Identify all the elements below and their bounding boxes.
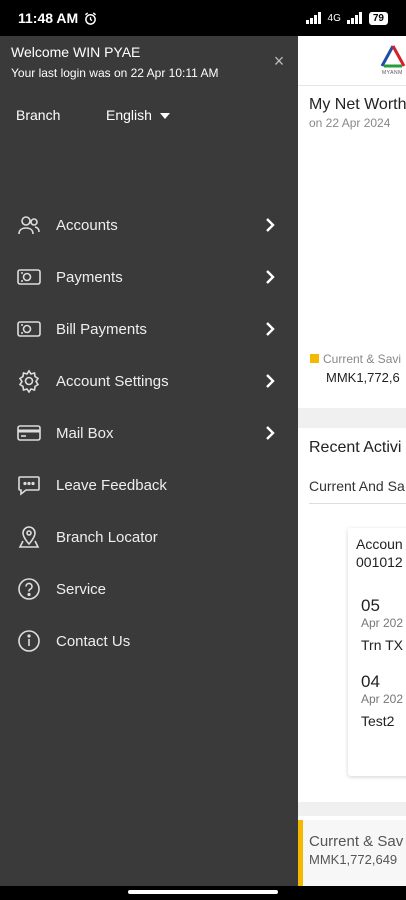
card-icon	[16, 420, 42, 446]
language-value: English	[106, 107, 152, 123]
chevron-right-icon	[263, 270, 277, 284]
menu-item-accounts[interactable]: Accounts	[0, 199, 298, 251]
recent-activity-tab[interactable]: Current And Sa	[309, 478, 405, 494]
status-time: 11:48 AM	[18, 10, 97, 26]
legend-swatch	[310, 354, 319, 363]
chevron-right-icon	[263, 322, 277, 336]
transaction-month: Apr 202	[361, 692, 404, 706]
menu-item-mail-box[interactable]: Mail Box	[0, 407, 298, 459]
chevron-right-icon	[263, 218, 277, 232]
divider	[309, 503, 406, 504]
account-label: Accoun	[356, 536, 403, 552]
menu-item-payments[interactable]: Payments	[0, 251, 298, 303]
transaction-desc: Trn TX	[361, 637, 404, 653]
signal-icon-2	[346, 12, 362, 24]
summary-label: Current & Sav	[309, 833, 404, 850]
menu-item-account-settings[interactable]: Account Settings	[0, 355, 298, 407]
location-pin-icon	[16, 524, 42, 550]
close-icon[interactable]: ×	[270, 52, 288, 70]
bank-logo-icon	[380, 45, 406, 68]
account-number: 001012	[356, 554, 403, 570]
navigation-drawer: Welcome WIN PYAE Your last login was on …	[0, 36, 298, 886]
home-gesture-bar[interactable]	[128, 890, 278, 894]
chevron-right-icon	[263, 374, 277, 388]
gear-icon	[16, 368, 42, 394]
menu-label: Accounts	[56, 216, 118, 234]
network-type: 4G	[327, 12, 341, 24]
chevron-right-icon	[263, 426, 277, 440]
language-selector[interactable]: English	[106, 107, 170, 123]
summary-value: MMK1,772,649	[309, 852, 398, 867]
menu-label: Service	[56, 580, 107, 598]
menu-item-leave-feedback[interactable]: Leave Feedback	[0, 459, 298, 511]
menu-item-service[interactable]: Service	[0, 563, 298, 615]
recent-activity-title: Recent Activi	[309, 439, 402, 456]
logo-text: MYANM	[382, 70, 403, 76]
menu-label: Contact Us	[56, 632, 131, 650]
menu-item-branch-locator[interactable]: Branch Locator	[0, 511, 298, 563]
clock-text: 11:48 AM	[18, 10, 79, 26]
transaction-day: 05	[361, 596, 380, 615]
transaction-day: 04	[361, 672, 380, 691]
networth-title: My Net Worth	[309, 96, 406, 113]
app-top-bar: MYANM	[298, 36, 406, 86]
info-circle-icon	[16, 628, 42, 654]
signal-icon	[305, 12, 321, 24]
welcome-text: Welcome WIN PYAE	[11, 44, 141, 60]
last-login-text: Your last login was on 22 Apr 10:11 AM	[11, 66, 219, 80]
battery-icon: 79	[368, 11, 388, 25]
legend-label: Current & Savi	[323, 352, 402, 366]
background-app: MYANM My Net Worth on 22 Apr 2024 Curren…	[298, 36, 406, 886]
menu-label: Mail Box	[56, 424, 114, 442]
caret-down-icon	[159, 113, 170, 119]
section-separator	[298, 408, 406, 428]
branch-link[interactable]: Branch	[16, 107, 60, 123]
question-circle-icon	[16, 576, 42, 602]
status-indicators: 4G 79	[305, 11, 388, 25]
transaction-month: Apr 202	[361, 616, 404, 630]
section-separator	[298, 802, 406, 816]
system-nav-bar	[0, 886, 406, 900]
menu-item-contact-us[interactable]: Contact Us	[0, 615, 298, 667]
accent-bar	[298, 820, 303, 886]
networth-date: on 22 Apr 2024	[309, 116, 391, 130]
transaction-desc: Test2	[361, 713, 395, 729]
menu-label: Payments	[56, 268, 123, 286]
bill-cash-icon	[16, 316, 42, 342]
menu-label: Branch Locator	[56, 528, 158, 546]
cash-icon	[16, 264, 42, 290]
menu-label: Leave Feedback	[56, 476, 167, 494]
users-icon	[16, 212, 42, 238]
menu-label: Bill Payments	[56, 320, 147, 338]
chat-bubble-icon	[16, 472, 42, 498]
alarm-icon	[85, 11, 97, 25]
menu-label: Account Settings	[56, 372, 169, 390]
status-bar: 11:48 AM 4G 79	[0, 0, 406, 36]
legend-value: MMK1,772,6	[326, 370, 400, 385]
menu-item-bill-payments[interactable]: Bill Payments	[0, 303, 298, 355]
